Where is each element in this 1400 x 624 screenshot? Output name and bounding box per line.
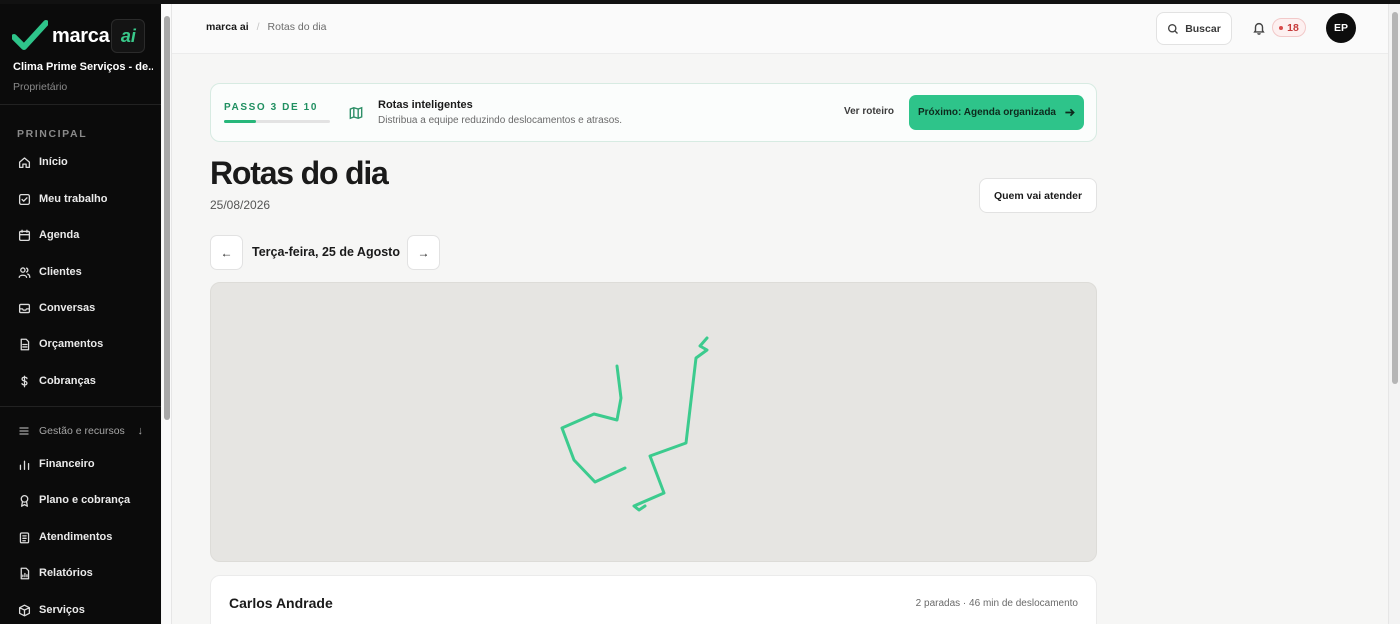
map-icon bbox=[349, 106, 363, 120]
sidebar-item-label: Orçamentos bbox=[39, 338, 104, 350]
report-icon bbox=[20, 567, 30, 579]
technician-card[interactable]: Carlos Andrade 2 paradas · 46 min de des… bbox=[210, 575, 1097, 624]
sidebar-item-plano-cobranca[interactable]: Plano e cobrança bbox=[0, 485, 161, 515]
sidebar-group-toggle[interactable]: Gestão e recursos ↓ bbox=[0, 418, 161, 444]
sidebar-item-label: Clientes bbox=[39, 266, 82, 278]
award-icon bbox=[20, 494, 29, 507]
notifications-button[interactable] bbox=[1252, 21, 1266, 35]
brand-ai-mark: ai bbox=[111, 19, 146, 53]
box-icon bbox=[18, 604, 31, 616]
sidebar-item-orcamentos[interactable]: Orçamentos bbox=[0, 329, 161, 359]
sidebar-item-label: Serviços bbox=[39, 604, 85, 616]
current-day-label: Terça-feira, 25 de Agosto bbox=[252, 245, 400, 259]
top-edge-bar bbox=[0, 0, 1400, 4]
sidebar-item-cobrancas[interactable]: Cobranças bbox=[0, 366, 161, 396]
previous-day-button[interactable]: ← bbox=[210, 235, 243, 270]
route-line bbox=[632, 336, 709, 512]
sidebar-item-clientes[interactable]: Clientes bbox=[0, 257, 161, 287]
next-step-label: Próximo: Agenda organizada bbox=[918, 107, 1056, 118]
sidebar-scrollbar[interactable] bbox=[162, 4, 172, 624]
breadcrumb: marca ai / Rotas do dia bbox=[206, 21, 327, 33]
who-will-attend-button[interactable]: Quem vai atender bbox=[979, 178, 1097, 213]
home-icon bbox=[18, 156, 31, 168]
checkmark-logo-icon bbox=[12, 20, 48, 50]
sidebar-item-label: Atendimentos bbox=[39, 531, 113, 543]
sidebar-item-label: Relatórios bbox=[39, 567, 93, 579]
sidebar-divider bbox=[0, 104, 161, 105]
sidebar-item-label: Conversas bbox=[39, 302, 96, 314]
clipboard-icon bbox=[19, 531, 30, 543]
step-progress-fill bbox=[224, 120, 256, 123]
technician-name: Carlos Andrade bbox=[229, 595, 333, 611]
bell-icon bbox=[1253, 22, 1265, 35]
step-progress-bar bbox=[224, 120, 330, 123]
sidebar-item-label: Plano e cobrança bbox=[39, 494, 131, 506]
sidebar-item-agenda[interactable]: Agenda bbox=[0, 220, 161, 250]
users-icon bbox=[18, 266, 31, 278]
avatar[interactable]: EP bbox=[1326, 13, 1356, 43]
brand-word: marca bbox=[52, 24, 110, 47]
sidebar-item-label: Início bbox=[39, 156, 68, 168]
sidebar-item-meu-trabalho[interactable]: Meu trabalho bbox=[0, 184, 161, 214]
scrollbar-thumb[interactable] bbox=[164, 16, 170, 420]
sidebar-item-financeiro[interactable]: Financeiro bbox=[0, 449, 161, 479]
document-icon bbox=[20, 338, 30, 350]
search-icon bbox=[1168, 23, 1179, 34]
sidebar-item-label: Financeiro bbox=[39, 458, 95, 470]
breadcrumb-home[interactable]: marca ai bbox=[206, 21, 249, 33]
notification-count: 18 bbox=[1287, 21, 1299, 34]
search-label: Buscar bbox=[1185, 22, 1221, 35]
company-name[interactable]: Clima Prime Serviços - de... bbox=[13, 61, 153, 73]
brand-logo[interactable]: marca ai bbox=[12, 18, 146, 54]
bar-chart-icon bbox=[19, 460, 30, 470]
page-date: 25/08/2026 bbox=[210, 198, 271, 212]
calendar-icon bbox=[18, 229, 31, 241]
view-route-link[interactable]: Ver roteiro bbox=[844, 106, 894, 117]
sidebar-item-servicos[interactable]: Serviços bbox=[0, 595, 161, 624]
route-map-canvas bbox=[560, 336, 709, 512]
onboarding-step-banner: PASSO 3 DE 10 Rotas inteligentes Distrib… bbox=[210, 83, 1097, 142]
notification-count-badge[interactable]: 18 bbox=[1272, 18, 1306, 37]
route-line bbox=[560, 364, 627, 484]
menu-icon bbox=[19, 427, 29, 435]
next-day-button[interactable]: → bbox=[407, 235, 440, 270]
page-title: Rotas do dia bbox=[210, 155, 389, 191]
inbox-icon bbox=[18, 303, 31, 313]
sidebar-item-inicio[interactable]: Início bbox=[0, 147, 161, 177]
route-map[interactable] bbox=[210, 282, 1097, 562]
next-step-button[interactable]: Próximo: Agenda organizada bbox=[909, 95, 1084, 130]
checkbox-icon bbox=[18, 193, 31, 205]
search-button[interactable]: Buscar bbox=[1156, 12, 1232, 45]
dollar-icon bbox=[21, 375, 28, 387]
badge-dot bbox=[1279, 25, 1284, 30]
arrow-right-icon bbox=[1065, 108, 1075, 117]
user-role: Proprietário bbox=[13, 81, 68, 93]
sidebar-section-title: PRINCIPAL bbox=[17, 128, 88, 140]
breadcrumb-separator: / bbox=[256, 21, 260, 33]
sidebar-item-conversas[interactable]: Conversas bbox=[0, 293, 161, 323]
chevron-down-icon: ↓ bbox=[137, 425, 144, 437]
breadcrumb-current: Rotas do dia bbox=[267, 21, 327, 33]
step-label: PASSO 3 DE 10 bbox=[224, 102, 318, 113]
sidebar-divider bbox=[0, 406, 161, 407]
sidebar-item-label: Agenda bbox=[39, 229, 80, 241]
sidebar-group-label: Gestão e recursos bbox=[39, 425, 125, 437]
sidebar-item-relatorios[interactable]: Relatórios bbox=[0, 558, 161, 588]
scrollbar-thumb[interactable] bbox=[1392, 12, 1398, 384]
step-subtitle: Distribua a equipe reduzindo deslocament… bbox=[378, 115, 623, 126]
sidebar-item-label: Meu trabalho bbox=[39, 193, 108, 205]
top-header: marca ai / Rotas do dia Buscar 18 EP bbox=[172, 4, 1388, 54]
sidebar: marca ai Clima Prime Serviços - de... Pr… bbox=[0, 4, 161, 624]
main-scrollbar[interactable] bbox=[1388, 4, 1400, 624]
sidebar-item-label: Cobranças bbox=[39, 375, 96, 387]
step-title: Rotas inteligentes bbox=[378, 99, 473, 111]
sidebar-item-atendimentos[interactable]: Atendimentos bbox=[0, 522, 161, 552]
technician-route-meta: 2 paradas · 46 min de deslocamento bbox=[915, 598, 1078, 609]
